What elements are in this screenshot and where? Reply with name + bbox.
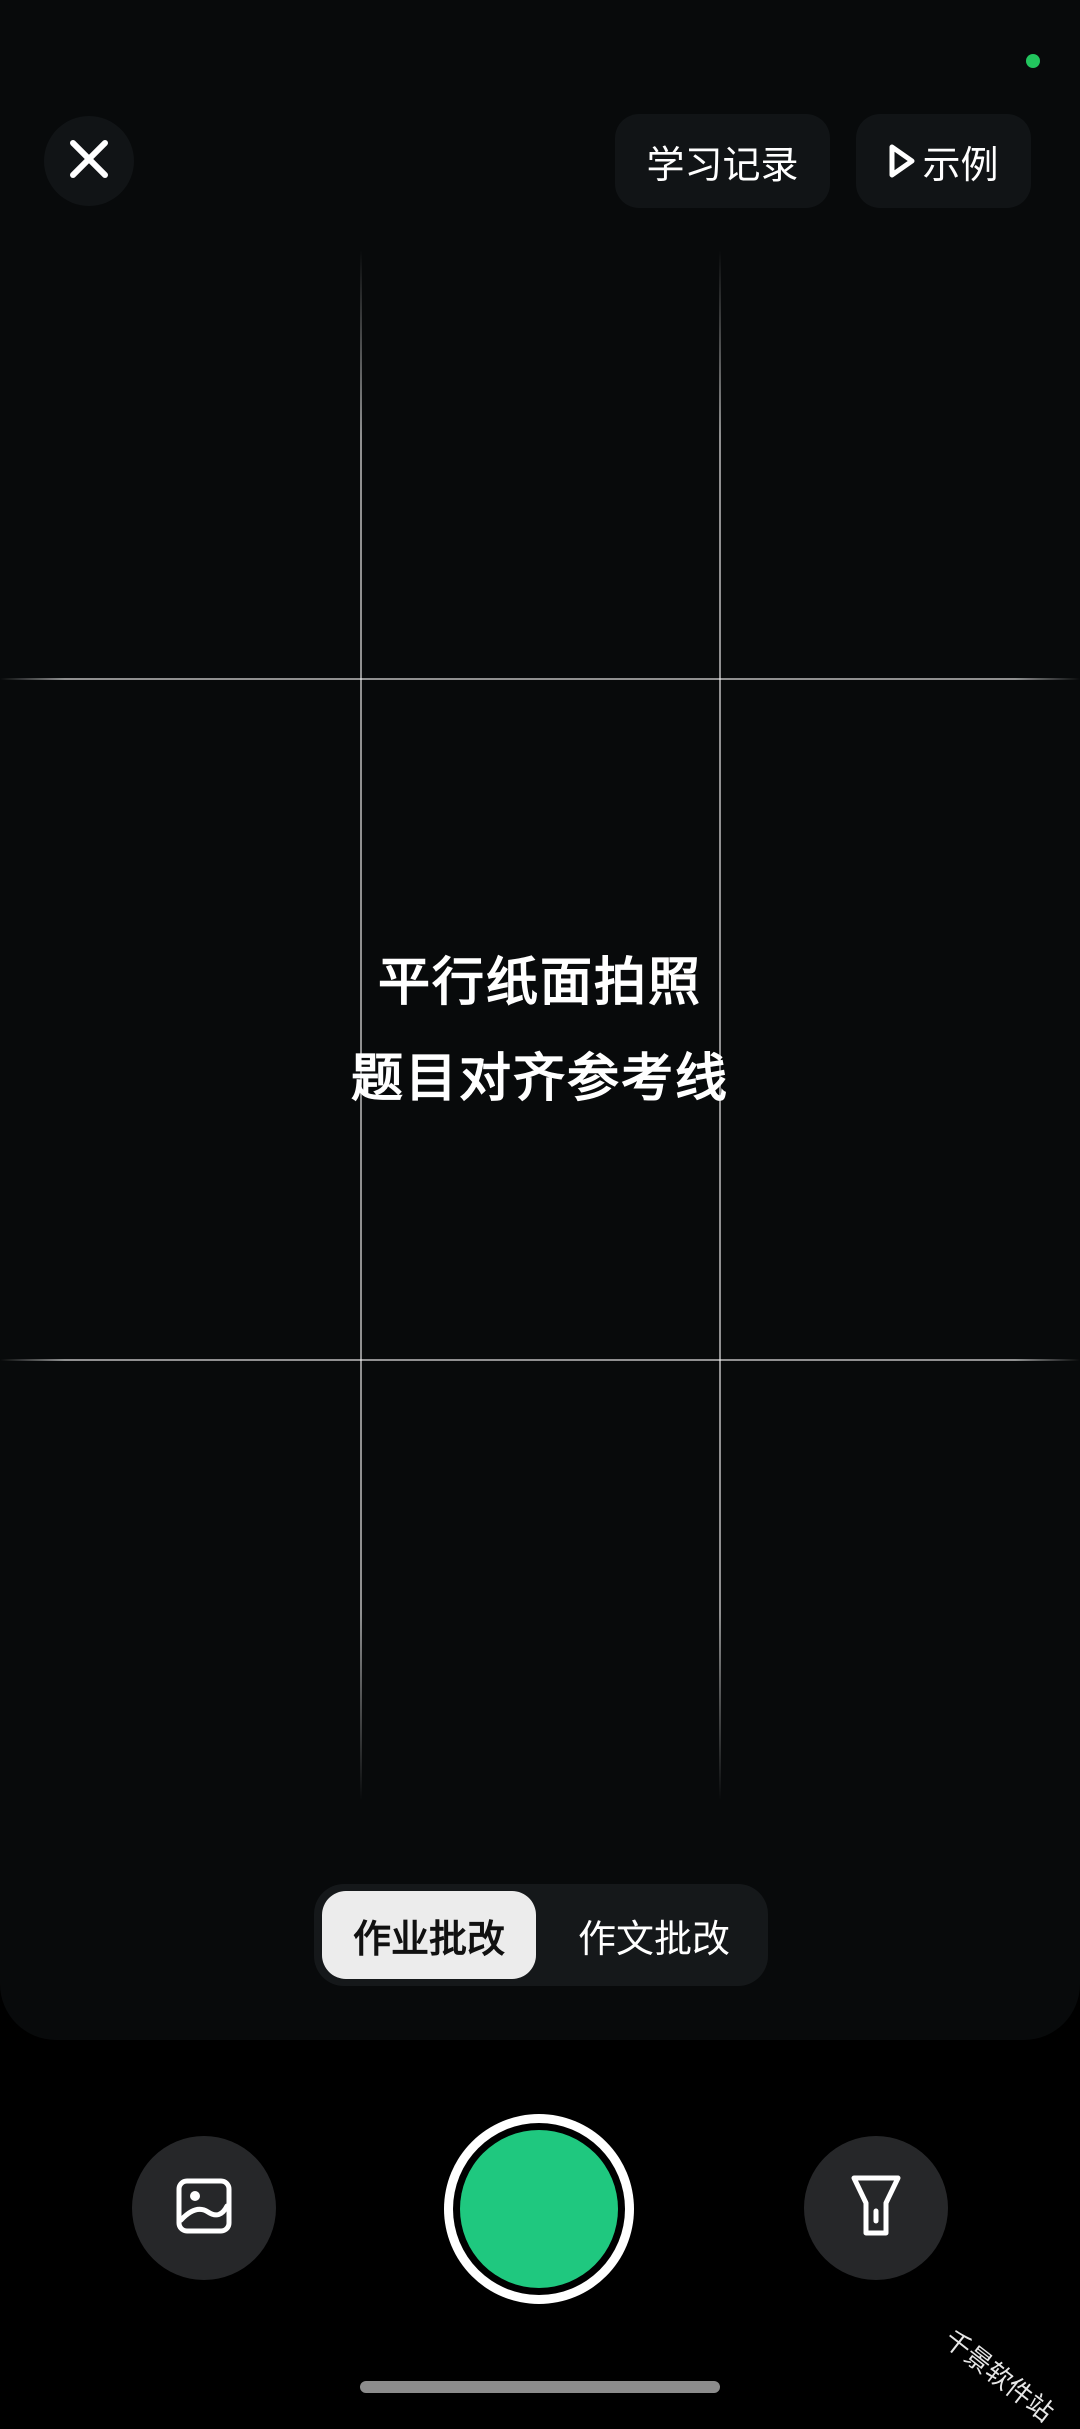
grid-line-vertical-left	[360, 250, 362, 1800]
watermark: 千景软件站	[937, 2324, 1059, 2429]
flashlight-button[interactable]	[804, 2136, 948, 2280]
home-indicator[interactable]	[360, 2381, 720, 2393]
history-button[interactable]: 学习记录	[615, 114, 830, 208]
flashlight-icon	[848, 2173, 904, 2243]
shutter-button[interactable]	[444, 2114, 634, 2304]
image-icon	[174, 2176, 234, 2240]
grid-line-horizontal-bottom	[0, 1359, 1080, 1361]
mode-switch: 作业批改 作文批改	[314, 1884, 768, 1986]
shutter-core	[460, 2130, 618, 2288]
hint-line-1: 平行纸面拍照	[377, 953, 702, 1013]
history-label: 学习记录	[646, 142, 799, 187]
close-button[interactable]	[44, 116, 134, 206]
gallery-button[interactable]	[132, 2136, 276, 2280]
example-button[interactable]: 示例	[856, 114, 1031, 208]
example-label: 示例	[922, 142, 999, 187]
grid-line-horizontal-top	[0, 678, 1080, 680]
camera-viewfinder[interactable]: 学习记录 示例 平行纸面拍照 题目对齐参考线 作业批改 作文批改	[0, 0, 1080, 2040]
shutter-gap	[453, 2123, 625, 2295]
close-icon	[69, 139, 109, 183]
tab-essay-correction[interactable]: 作文批改	[548, 1891, 760, 1979]
status-dot	[1026, 54, 1040, 68]
play-icon	[888, 144, 916, 178]
tab-homework-correction[interactable]: 作业批改	[322, 1891, 536, 1979]
grid-line-vertical-right	[719, 250, 721, 1800]
hint-line-2: 题目对齐参考线	[350, 1049, 729, 1109]
